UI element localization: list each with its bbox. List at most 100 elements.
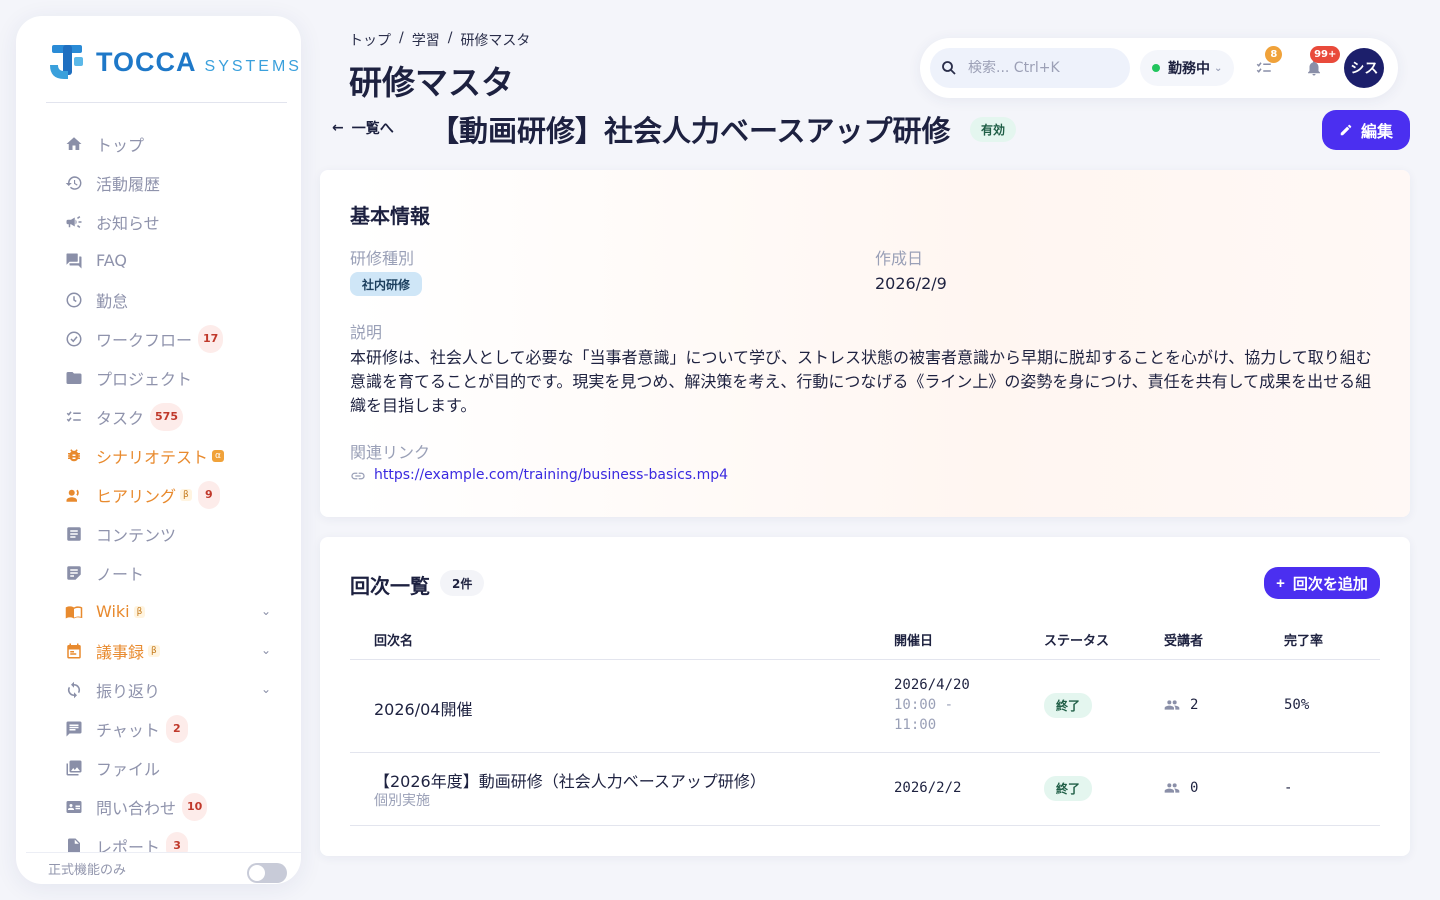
sidebar-item-label: 活動履歴 [96,174,161,194]
table-header-divider [350,659,1380,660]
chevron-down-icon: ⌄ [1214,62,1223,74]
search-box[interactable] [930,48,1130,88]
session-name[interactable]: 【2026年度】動画研修（社会人力ベースアップ研修） [374,768,766,792]
sessions-count-badge: 2件 [440,570,485,596]
book-icon [64,602,84,622]
article-icon [64,524,84,544]
sidebar-item-label: ノート [96,564,145,584]
training-title: 【動画研修】社会人力ベースアップ研修 [430,114,951,148]
chevron-down-icon[interactable]: ⌄ [261,682,271,696]
edit-button[interactable]: 編集 [1322,110,1410,150]
sidebar-divider [46,102,287,103]
calendar-icon [64,641,84,661]
column-header-date[interactable]: 開催日 [894,630,933,649]
breadcrumb-separator: / [447,30,453,46]
sidebar-item-hearing[interactable]: ヒアリング β 9 [16,475,301,514]
image-icon [64,758,84,778]
session-attendees: 0 [1164,780,1198,796]
official-only-label: 正式機能のみ [48,863,127,878]
sidebar-item-label: FAQ [96,251,127,270]
count-badge: 3 [166,831,189,852]
training-type-label: 研修種別 [350,249,415,268]
session-status-badge: 終了 [1044,776,1093,801]
column-header-attendees[interactable]: 受講者 [1164,630,1203,649]
sidebar-item-retrospective[interactable]: 振り返り ⌄ [16,670,301,709]
breadcrumb-top[interactable]: トップ [349,30,391,50]
folder-icon [64,368,84,388]
people-icon [1164,700,1180,710]
related-link[interactable]: https://example.com/training/business-ba… [374,467,728,483]
add-session-button[interactable]: + 回次を追加 [1264,567,1380,599]
training-type-chip: 社内研修 [350,272,423,296]
sidebar-item-news[interactable]: お知らせ [16,202,301,241]
breadcrumb-current: 研修マスタ [460,33,531,49]
status-badge: 有効 [970,117,1017,142]
count-badge: 575 [150,402,183,431]
sidebar-item-note[interactable]: ノート [16,553,301,592]
attendee-count: 2 [1190,697,1199,713]
sidebar-item-label: レポート [96,837,161,853]
row-divider [350,752,1380,753]
sidebar-item-project[interactable]: プロジェクト [16,358,301,397]
chevron-down-icon[interactable]: ⌄ [261,643,271,657]
session-name[interactable]: 2026/04開催 [374,696,472,720]
count-badge: 17 [198,324,224,353]
status-dot [1152,64,1160,72]
sidebar-item-label: シナリオテスト [96,447,209,467]
count-badge: 9 [197,480,220,509]
back-to-list-link[interactable]: ← 一覧へ [332,118,394,138]
completion-rate: - [1284,780,1293,796]
created-date-label: 作成日 [875,249,924,268]
chevron-down-icon[interactable]: ⌄ [261,604,271,618]
sidebar: TOCCA SYSTEMS トップ 活動履歴 お知らせ FAQ 勤怠 ワークフロ… [16,16,301,884]
logo[interactable]: TOCCA SYSTEMS [48,42,301,82]
brand-name: TOCCA [96,46,197,77]
notifications-button[interactable]: 99+ [1294,46,1341,88]
sidebar-item-task[interactable]: タスク 575 [16,397,301,436]
column-header-status[interactable]: ステータス [1044,630,1109,649]
sidebar-item-contact[interactable]: 問い合わせ 10 [16,787,301,826]
sidebar-item-contents[interactable]: コンテンツ [16,514,301,553]
sidebar-item-label: ワークフロー [96,330,193,350]
search-icon [942,61,956,75]
note-icon [64,563,84,583]
avatar[interactable]: シス [1344,48,1385,88]
sidebar-item-label: 問い合わせ [96,798,177,818]
sidebar-item-report[interactable]: レポート 3 [16,826,301,852]
work-status-dropdown[interactable]: 勤務中 ⌄ [1140,50,1235,86]
sidebar-item-attendance[interactable]: 勤怠 [16,280,301,319]
attendee-count: 0 [1190,780,1199,796]
sidebar-item-chat[interactable]: チャット 2 [16,709,301,748]
sidebar-item-label: プロジェクト [96,369,193,389]
sidebar-item-faq[interactable]: FAQ [16,241,301,280]
forum-icon [64,251,84,271]
task-count-badge: 8 [1265,46,1283,63]
person-voice-icon [64,485,84,505]
chat-icon [64,719,84,739]
history-icon [64,173,84,193]
column-header-name[interactable]: 回次名 [374,630,413,649]
beta-tag: β [180,488,192,501]
sidebar-item-files[interactable]: ファイル [16,748,301,787]
task-list-button[interactable]: 8 [1244,46,1284,88]
tocca-logo-icon [50,45,83,79]
breadcrumb-separator: / [399,30,404,46]
breadcrumb-learning[interactable]: 学習 [412,30,440,50]
sessions-heading: 回次一覧 [350,574,430,598]
official-only-toggle[interactable] [247,863,287,883]
sidebar-item-top[interactable]: トップ [16,124,301,163]
sidebar-item-scenario-test[interactable]: シナリオテスト α [16,436,301,475]
column-header-completion[interactable]: 完了率 [1284,630,1323,649]
refresh-icon [64,680,84,700]
breadcrumb: トップ / 学習 / 研修マスタ [349,30,530,50]
session-time-start: 10:00 - [894,697,954,713]
sidebar-item-history[interactable]: 活動履歴 [16,163,301,202]
sidebar-item-minutes[interactable]: 議事録 β ⌄ [16,631,301,670]
checklist-icon [64,407,84,427]
sidebar-item-workflow[interactable]: ワークフロー 17 [16,319,301,358]
search-input[interactable] [968,60,1118,76]
session-time-end: 11:00 [894,717,937,733]
sidebar-item-wiki[interactable]: Wiki β ⌄ [16,592,301,631]
bug-icon [64,446,84,466]
check-circle-icon [64,329,84,349]
